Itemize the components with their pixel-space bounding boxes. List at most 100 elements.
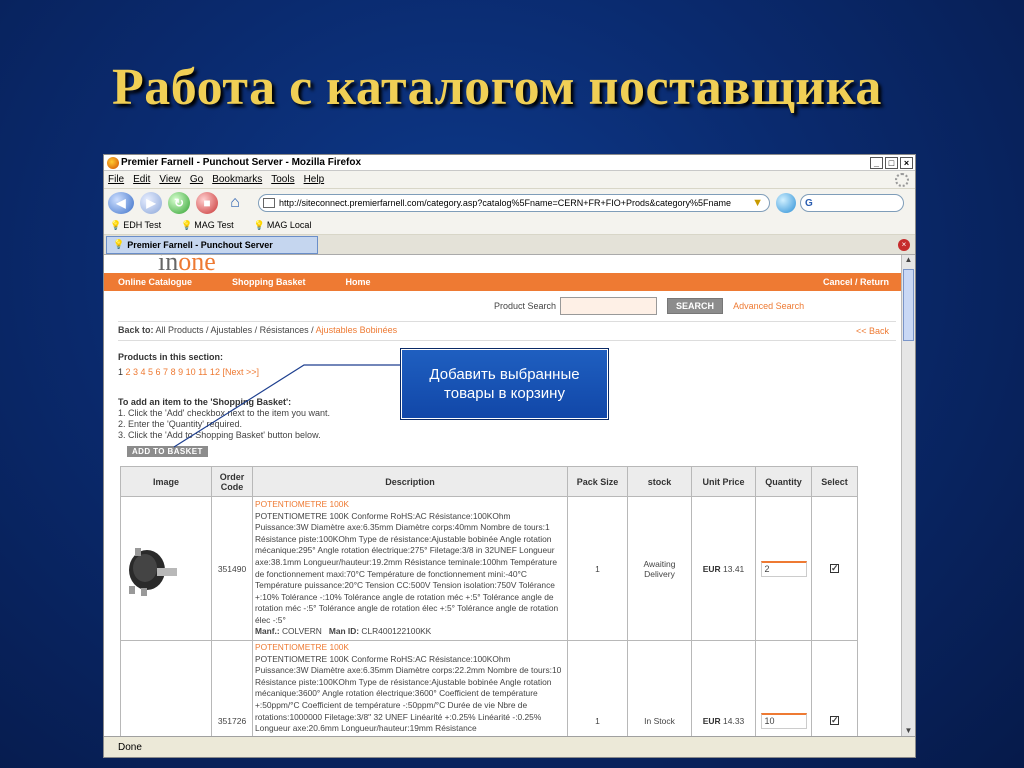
- search-box[interactable]: G: [800, 194, 904, 212]
- url-text: http://siteconnect.premierfarnell.com/ca…: [279, 198, 732, 208]
- select-checkbox[interactable]: ✓: [830, 716, 839, 725]
- pagination: 1 2 3 4 5 6 7 8 9 10 11 12 [Next >>]: [118, 367, 259, 377]
- bulb-icon: 💡: [181, 220, 193, 230]
- order-code: 351490: [211, 496, 253, 641]
- window-title: Premier Farnell - Punchout Server - Mozi…: [121, 157, 362, 168]
- nav-cancel-return[interactable]: Cancel / Return: [823, 277, 889, 287]
- advanced-search-link[interactable]: Advanced Search: [733, 301, 804, 311]
- product-image: [120, 496, 212, 641]
- site-nav: Online Catalogue Shopping Basket Home Ca…: [104, 273, 903, 291]
- menu-help[interactable]: Help: [304, 174, 325, 185]
- menu-bookmarks[interactable]: Bookmarks: [212, 174, 262, 185]
- divider: [118, 340, 896, 341]
- stop-button[interactable]: ■: [196, 192, 218, 214]
- status-bar: Done: [104, 736, 915, 757]
- maximize-button[interactable]: □: [885, 156, 898, 169]
- pack-size: 1: [567, 640, 628, 738]
- tab-bar: 💡 Premier Farnell - Punchout Server ×: [104, 235, 915, 255]
- forward-button[interactable]: ▶: [140, 192, 162, 214]
- menu-view[interactable]: View: [159, 174, 181, 185]
- potentiometer-image: [129, 547, 177, 596]
- menu-tools[interactable]: Tools: [271, 174, 294, 185]
- breadcrumb-path[interactable]: All Products / Ajustables / Résistances …: [156, 325, 314, 335]
- minimize-button[interactable]: _: [870, 156, 883, 169]
- unit-price: EUR 14.33: [691, 640, 756, 738]
- go-button[interactable]: [776, 193, 796, 213]
- close-tab-icon[interactable]: ×: [898, 238, 910, 251]
- instructions: To add an item to the 'Shopping Basket':…: [118, 397, 331, 440]
- page-links[interactable]: 2 3 4 5 6 7 8 9 10 11 12 [Next >>]: [126, 367, 259, 377]
- tab-premier-farnell[interactable]: 💡 Premier Farnell - Punchout Server: [106, 235, 318, 254]
- bookmark-edh[interactable]: 💡 EDH Test: [110, 220, 171, 231]
- header-select: Select: [811, 466, 858, 497]
- back-button[interactable]: ◀: [108, 192, 134, 214]
- divider: [118, 321, 896, 322]
- header-image: Image: [120, 466, 212, 497]
- quantity-cell: 2: [755, 496, 812, 641]
- select-cell: ✓: [811, 640, 858, 738]
- firefox-icon: [107, 156, 119, 169]
- menu-go[interactable]: Go: [190, 174, 203, 185]
- scroll-up-icon[interactable]: ▲: [902, 255, 915, 267]
- menu-file[interactable]: File: [108, 174, 124, 185]
- product-name-link[interactable]: POTENTIOMETRE 100K: [255, 642, 349, 652]
- table-row: 351490 POTENTIOMETRE 100K POTENTIOMETRE …: [120, 496, 858, 641]
- instructions-title: To add an item to the 'Shopping Basket':: [118, 397, 292, 407]
- bookmark-mag-test[interactable]: 💡 MAG Test: [181, 220, 244, 231]
- vertical-scrollbar[interactable]: ▲ ▼: [901, 255, 915, 738]
- product-search: Product Search SEARCH Advanced Search: [494, 297, 804, 315]
- status-text: Done: [118, 741, 142, 753]
- throbber-icon: [895, 172, 909, 187]
- unit-price: EUR 13.41: [691, 496, 756, 641]
- nav-home[interactable]: Home: [346, 277, 371, 287]
- pack-size: 1: [567, 496, 628, 641]
- scroll-thumb[interactable]: [903, 269, 914, 341]
- select-checkbox[interactable]: ✓: [830, 564, 839, 573]
- order-code: 351726: [211, 640, 253, 738]
- product-description: POTENTIOMETRE 100K POTENTIOMETRE 100K Co…: [252, 496, 568, 641]
- slide-title: Работа с каталогом поставщика: [112, 59, 882, 116]
- breadcrumb: Back to: All Products / Ajustables / Rés…: [118, 325, 398, 335]
- product-search-input[interactable]: [560, 297, 658, 315]
- add-to-basket-button[interactable]: ADD TO BASKET: [127, 446, 208, 457]
- page-current: 1: [118, 367, 124, 377]
- callout-box: Добавить выбранные товары в корзину: [400, 348, 609, 420]
- products-heading: Products in this section:: [118, 352, 224, 362]
- close-button[interactable]: ×: [900, 156, 913, 169]
- back-link[interactable]: << Back: [856, 326, 889, 336]
- bookmark-mag-local[interactable]: 💡 MAG Local: [254, 220, 322, 231]
- header-order-code: Order Code: [211, 466, 253, 497]
- menu-edit[interactable]: Edit: [133, 174, 150, 185]
- select-cell: ✓: [811, 496, 858, 641]
- stock-status: Awaiting Delivery: [627, 496, 692, 641]
- product-description: POTENTIOMETRE 100K POTENTIOMETRE 100K Co…: [252, 640, 568, 738]
- stock-status: In Stock: [627, 640, 692, 738]
- window-titlebar: Premier Farnell - Punchout Server - Mozi…: [104, 155, 915, 171]
- product-table: Image Order Code Description Pack Size s…: [120, 466, 858, 738]
- home-icon[interactable]: ⌂: [224, 192, 246, 214]
- bookmark-star-icon[interactable]: ▼: [752, 197, 763, 209]
- product-search-label: Product Search: [494, 301, 557, 311]
- table-row: 351726 POTENTIOMETRE 100K POTENTIOMETRE …: [120, 640, 858, 738]
- bulb-icon: 💡: [253, 220, 265, 230]
- product-image: [120, 640, 212, 738]
- search-button[interactable]: SEARCH: [667, 298, 724, 314]
- product-name-link[interactable]: POTENTIOMETRE 100K: [255, 499, 349, 509]
- bulb-icon: 💡: [110, 220, 122, 230]
- header-description: Description: [252, 466, 568, 497]
- nav-online-catalogue[interactable]: Online Catalogue: [118, 277, 192, 287]
- header-unit-price: Unit Price: [691, 466, 756, 497]
- header-quantity: Quantity: [755, 466, 812, 497]
- quantity-input[interactable]: 2: [760, 560, 807, 577]
- google-icon: G: [805, 197, 813, 209]
- nav-shopping-basket[interactable]: Shopping Basket: [232, 277, 306, 287]
- table-header: Image Order Code Description Pack Size s…: [120, 466, 858, 497]
- browser-window: Premier Farnell - Punchout Server - Mozi…: [103, 154, 916, 758]
- reload-button[interactable]: ↻: [168, 192, 190, 214]
- page-icon: [263, 198, 275, 208]
- quantity-input[interactable]: 10: [760, 712, 807, 729]
- url-bar[interactable]: http://siteconnect.premierfarnell.com/ca…: [258, 194, 770, 212]
- header-pack-size: Pack Size: [567, 466, 628, 497]
- breadcrumb-current[interactable]: Ajustables Bobinées: [316, 325, 398, 335]
- header-stock: stock: [627, 466, 692, 497]
